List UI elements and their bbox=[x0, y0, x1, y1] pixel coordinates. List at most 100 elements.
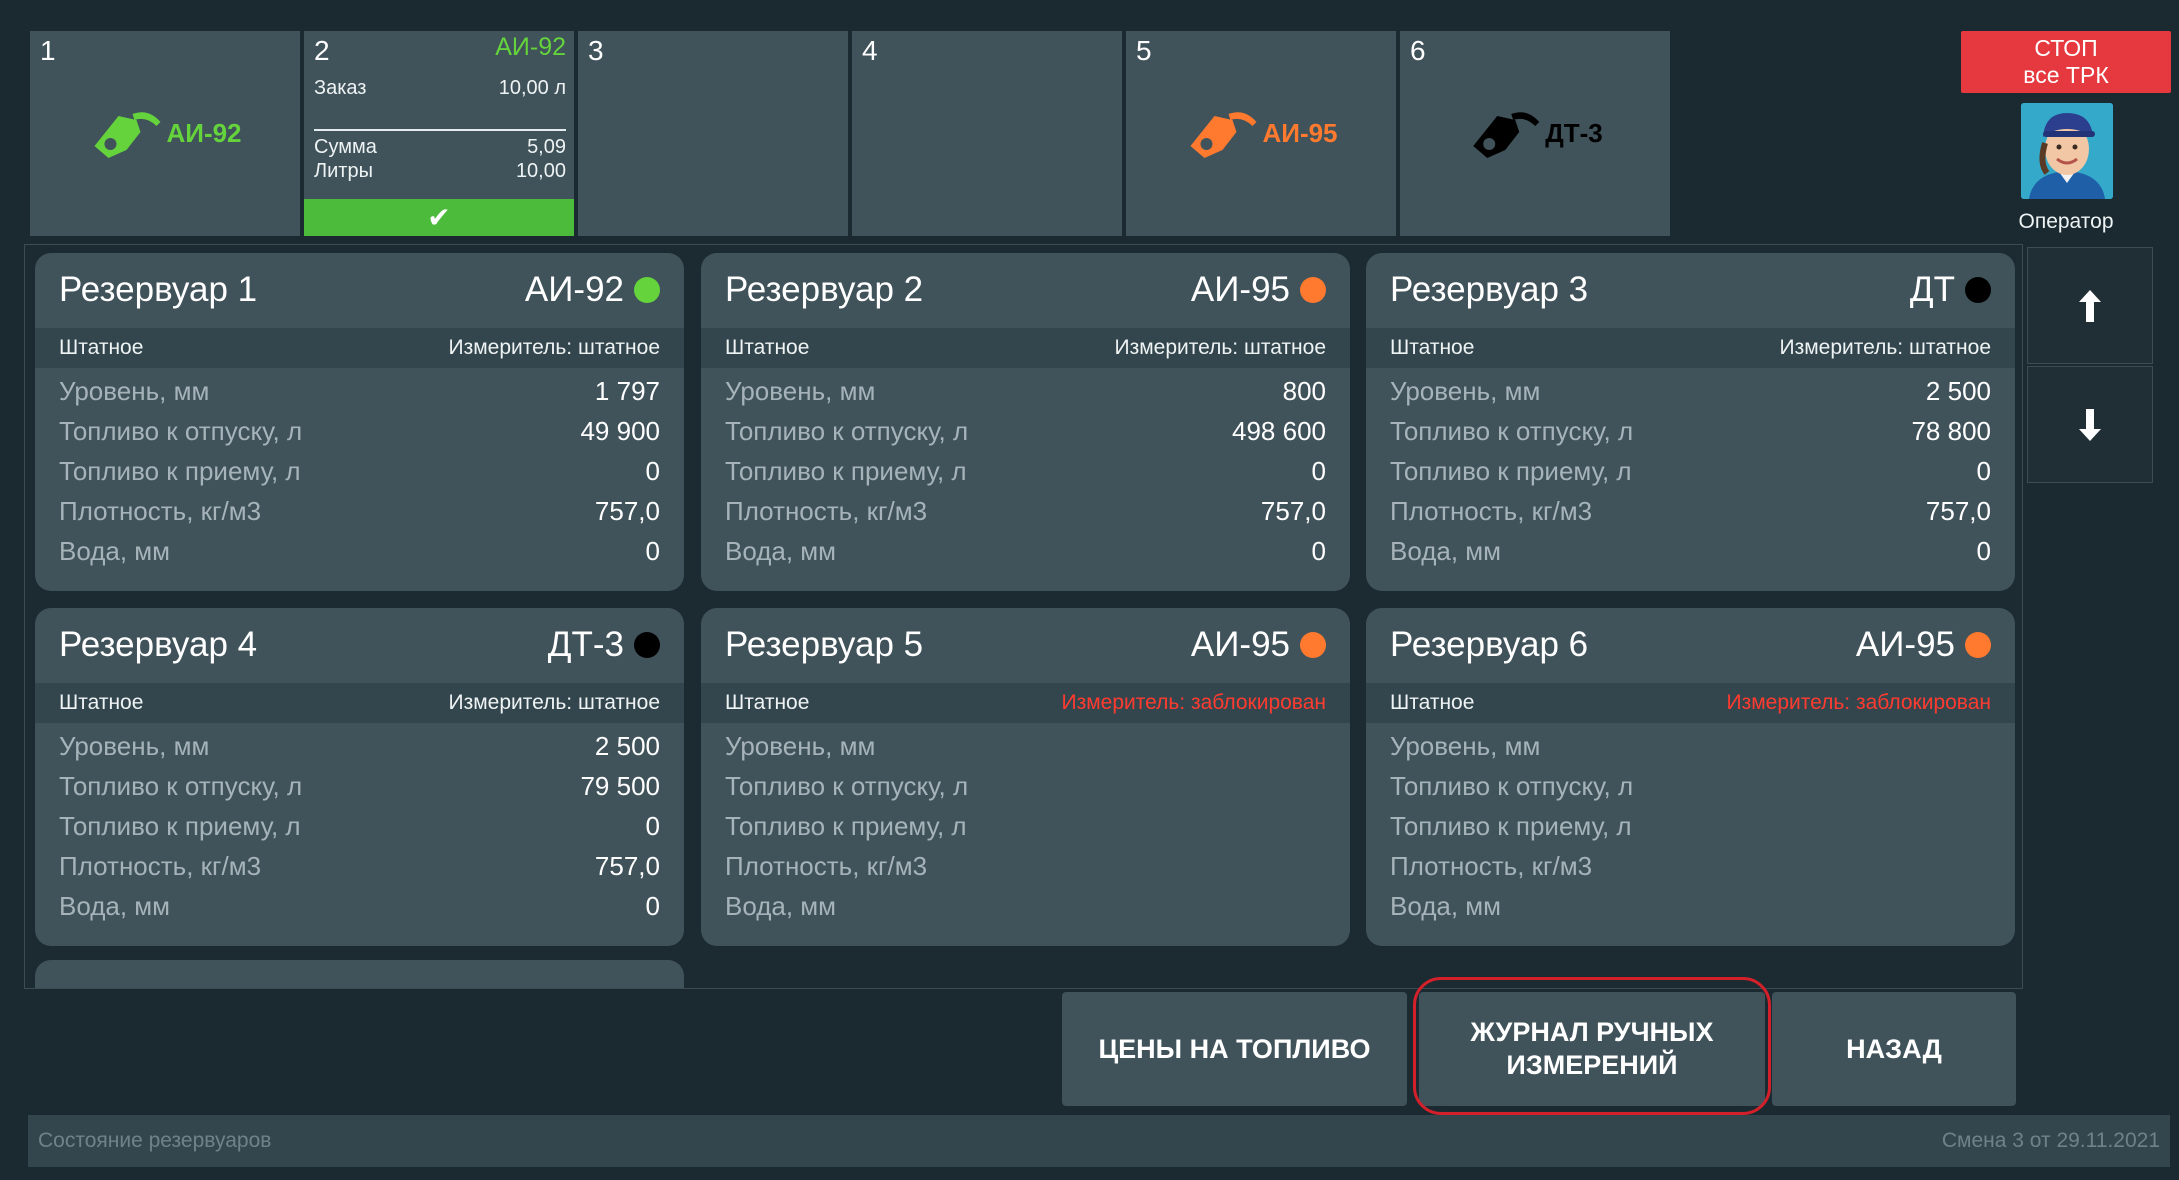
pump-fuel-logo: АИ-92 bbox=[88, 102, 242, 166]
sum-label: Сумма bbox=[314, 136, 377, 158]
tank-metrics: Уровень, мм 2 500 Топливо к отпуску, л 78 … bbox=[1390, 371, 1991, 571]
tank-metrics: Уровень, мм Топливо к отпуску, л Топливо… bbox=[1390, 726, 1991, 926]
row-label: Топливо к приему, л bbox=[725, 455, 967, 486]
tank-row-water: Вода, мм 0 bbox=[1390, 531, 1991, 571]
tank-title: Резервуар 2 bbox=[725, 270, 924, 309]
tank-header: Резервуар 5 АИ-95 bbox=[725, 621, 1326, 669]
tank-row-release: Топливо к отпуску, л 498 600 bbox=[725, 411, 1326, 451]
tank-status-bar: Штатное Измеритель: заблокирован bbox=[1366, 683, 2015, 723]
tank-row-density: Плотность, кг/м3 bbox=[725, 846, 1326, 886]
pump-number: 2 bbox=[314, 35, 330, 66]
fuel-nozzle-icon bbox=[1190, 111, 1257, 158]
tank-card-5[interactable]: Резервуар 5 АИ-95 Штатное Измеритель: за… bbox=[701, 608, 1350, 946]
scroll-up-button[interactable] bbox=[2027, 247, 2153, 364]
pump-number: 6 bbox=[1410, 35, 1426, 66]
pump-tile-3[interactable]: 3 bbox=[578, 31, 848, 236]
back-button[interactable]: НАЗАД bbox=[1772, 992, 2016, 1106]
tank-card-2[interactable]: Резервуар 2 АИ-95 Штатное Измеритель: шт… bbox=[701, 253, 1350, 591]
row-label: Плотность, кг/м3 bbox=[1390, 850, 1593, 881]
tank-fuel-label: АИ-95 bbox=[1855, 625, 1955, 664]
order-liters-row: Литры 10,00 bbox=[314, 160, 566, 183]
fuel-status-dot-icon bbox=[1965, 632, 1991, 658]
operator-avatar-icon bbox=[2021, 103, 2113, 199]
row-label: Вода, мм bbox=[59, 535, 171, 566]
tank-title: Резервуар 6 bbox=[1390, 625, 1589, 664]
tank-row-density: Плотность, кг/м3 757,0 bbox=[59, 846, 660, 886]
tank-card-4[interactable]: Резервуар 4 ДТ-3 Штатное Измеритель: шта… bbox=[35, 608, 684, 946]
tank-metrics: Уровень, мм Топливо к отпуску, л Топливо… bbox=[725, 726, 1326, 926]
tanks-scroll-controls bbox=[2027, 247, 2153, 485]
checkmark-icon: ✔ bbox=[427, 202, 451, 233]
row-value: 78 800 bbox=[1911, 415, 1991, 446]
scroll-down-button[interactable] bbox=[2027, 366, 2153, 483]
tank-fuel: ДТ bbox=[1910, 270, 1991, 310]
tank-title: Резервуар 1 bbox=[59, 270, 258, 309]
pump-tile-4[interactable]: 4 bbox=[852, 31, 1122, 236]
row-label: Топливо к приему, л bbox=[1390, 455, 1632, 486]
tank-meter-status: Измеритель: штатное bbox=[1114, 336, 1327, 359]
operator-avatar[interactable] bbox=[2021, 103, 2113, 199]
row-value: 1 797 bbox=[594, 375, 660, 406]
tank-metrics: Уровень, мм 800 Топливо к отпуску, л 498 6… bbox=[725, 371, 1326, 571]
row-label: Вода, мм bbox=[725, 890, 837, 921]
row-label: Уровень, мм bbox=[59, 730, 210, 761]
tank-row-intake: Топливо к приему, л 0 bbox=[1390, 451, 1991, 491]
pump-tile-5[interactable]: 5 АИ-95 bbox=[1126, 31, 1396, 236]
tank-card-1[interactable]: Резервуар 1 АИ-92 Штатное Измеритель: шт… bbox=[35, 253, 684, 591]
row-value: 2 500 bbox=[594, 730, 660, 761]
tank-fuel-label: АИ-95 bbox=[1190, 625, 1290, 664]
row-value: 49 900 bbox=[580, 415, 660, 446]
tank-metrics: Уровень, мм 1 797 Топливо к отпуску, л 49 … bbox=[59, 371, 660, 571]
stop-all-pumps-button[interactable]: СТОП все ТРК bbox=[1961, 31, 2171, 93]
order-divider bbox=[314, 129, 566, 131]
pump-fuel-label: ДТ-3 bbox=[1545, 118, 1603, 148]
fuel-status-dot-icon bbox=[1300, 632, 1326, 658]
pump-tile-6[interactable]: 6 ДТ-3 bbox=[1400, 31, 1670, 236]
status-shift-info: Смена 3 от 29.11.2021 bbox=[1941, 1129, 2160, 1152]
tanks-panel: Резервуар 1 АИ-92 Штатное Измеритель: шт… bbox=[24, 244, 2023, 989]
tank-card-partial[interactable] bbox=[35, 960, 684, 988]
status-screen-name: Состояние резервуаров bbox=[38, 1129, 272, 1152]
row-value: 757,0 bbox=[594, 495, 660, 526]
tank-row-density: Плотность, кг/м3 757,0 bbox=[59, 491, 660, 531]
row-label: Уровень, мм bbox=[1390, 730, 1541, 761]
tank-meter-status: Измеритель: штатное bbox=[448, 336, 661, 359]
sum-value: 5,09 bbox=[527, 136, 566, 158]
manual-measurements-journal-button[interactable]: ЖУРНАЛ РУЧНЫХ ИЗМЕРЕНИЙ bbox=[1419, 992, 1765, 1106]
confirm-order-button[interactable]: ✔ bbox=[304, 199, 574, 236]
row-label: Топливо к отпуску, л bbox=[1390, 415, 1634, 446]
tank-header: Резервуар 3 ДТ bbox=[1390, 266, 1991, 314]
tank-meter-status: Измеритель: штатное bbox=[448, 691, 661, 714]
tank-fuel-label: ДТ bbox=[1909, 270, 1955, 309]
tank-row-intake: Топливо к приему, л 0 bbox=[59, 451, 660, 491]
row-label: Уровень, мм bbox=[725, 730, 876, 761]
tank-title: Резервуар 5 bbox=[725, 625, 924, 664]
tank-mode: Штатное bbox=[59, 336, 144, 359]
fuel-prices-label: ЦЕНЫ НА ТОПЛИВО bbox=[1098, 1033, 1371, 1064]
pump-tile-1[interactable]: 1 АИ-92 bbox=[30, 31, 300, 236]
row-label: Уровень, мм bbox=[1390, 375, 1541, 406]
row-value: 800 bbox=[1282, 375, 1326, 406]
tank-card-3[interactable]: Резервуар 3 ДТ Штатное Измеритель: штатн… bbox=[1366, 253, 2015, 591]
pump-number: 3 bbox=[588, 35, 604, 66]
tank-row-intake: Топливо к приему, л 0 bbox=[59, 806, 660, 846]
row-label: Плотность, кг/м3 bbox=[725, 850, 928, 881]
tank-card-6[interactable]: Резервуар 6 АИ-95 Штатное Измеритель: за… bbox=[1366, 608, 2015, 946]
row-value: 79 500 bbox=[580, 770, 660, 801]
tank-mode: Штатное bbox=[1390, 336, 1475, 359]
pump-tile-2[interactable]: 2 АИ-92 Заказ 10,00 л Сумма 5,09 Литры 1… bbox=[304, 31, 574, 236]
pump-fuel-label: АИ-92 bbox=[166, 118, 242, 148]
row-value: 0 bbox=[1311, 455, 1326, 486]
tank-status-bar: Штатное Измеритель: штатное bbox=[35, 328, 684, 368]
back-label: НАЗАД bbox=[1846, 1033, 1942, 1064]
tank-row-level: Уровень, мм bbox=[725, 726, 1326, 766]
row-label: Топливо к приему, л bbox=[725, 810, 967, 841]
row-label: Уровень, мм bbox=[59, 375, 210, 406]
order-row: Заказ 10,00 л bbox=[314, 77, 566, 100]
order-label: Заказ bbox=[314, 77, 367, 99]
row-label: Плотность, кг/м3 bbox=[725, 495, 928, 526]
row-value: 0 bbox=[645, 810, 660, 841]
tank-meter-status: Измеритель: штатное bbox=[1779, 336, 1992, 359]
tank-row-water: Вода, мм 0 bbox=[59, 531, 660, 571]
fuel-prices-button[interactable]: ЦЕНЫ НА ТОПЛИВО bbox=[1062, 992, 1407, 1106]
